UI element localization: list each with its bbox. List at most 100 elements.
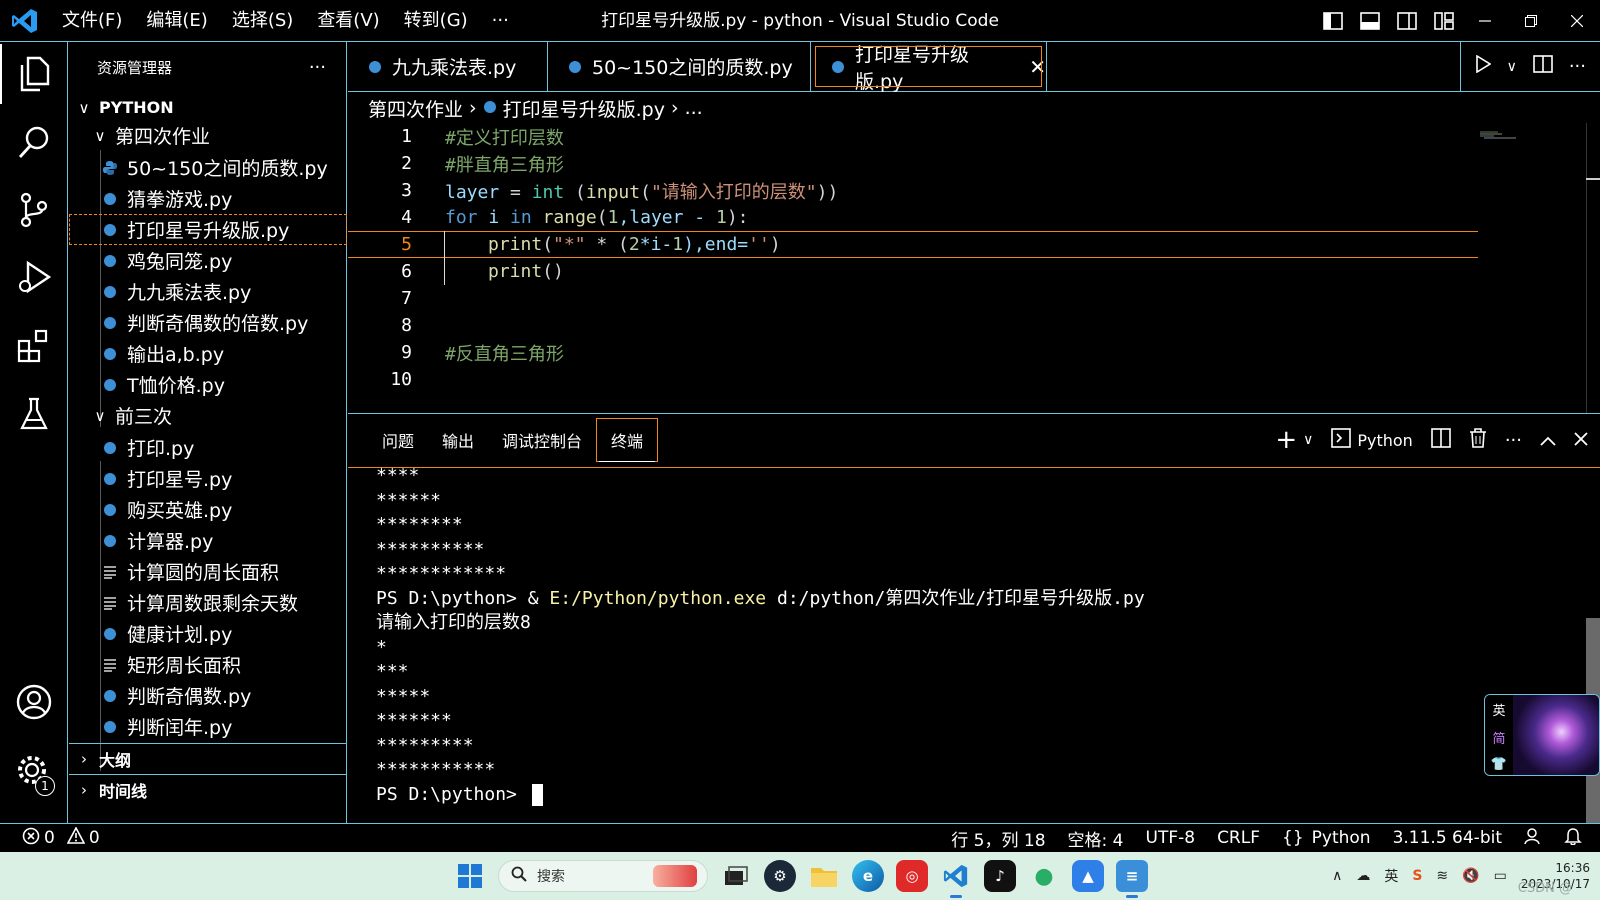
file-item[interactable]: 打印.py xyxy=(69,432,347,463)
trash-icon[interactable] xyxy=(1469,427,1487,453)
file-item[interactable]: 健康计划.py xyxy=(69,618,347,649)
vscode-logo-icon[interactable] xyxy=(0,0,50,42)
chevron-down-icon[interactable]: ∨ xyxy=(1303,432,1313,448)
split-terminal-icon[interactable] xyxy=(1431,427,1451,453)
breadcrumb-folder[interactable]: 第四次作业 xyxy=(368,95,463,122)
toggle-secondary-sidebar-icon[interactable] xyxy=(1388,0,1425,42)
file-item[interactable]: 判断奇偶数的倍数.py xyxy=(69,307,347,338)
ime-shirt-icon[interactable]: 👕 xyxy=(1491,757,1507,772)
search-icon[interactable] xyxy=(0,112,68,172)
encoding[interactable]: UTF-8 xyxy=(1146,828,1196,848)
menu-selection[interactable]: 选择(S) xyxy=(220,0,305,42)
more-actions-icon[interactable]: ··· xyxy=(1569,56,1586,77)
file-item[interactable]: 矩形周长面积 xyxy=(69,649,347,680)
manage-gear-icon[interactable]: 1 xyxy=(0,742,68,802)
restore-icon[interactable] xyxy=(1508,0,1554,42)
windows-start-icon[interactable] xyxy=(454,860,486,892)
ime-lang[interactable]: 英 xyxy=(1492,700,1505,719)
netease-music-icon[interactable]: ◎ xyxy=(896,860,928,892)
explorer-more-icon[interactable]: ··· xyxy=(309,57,326,78)
accounts-icon[interactable] xyxy=(0,672,68,732)
file-explorer-icon[interactable] xyxy=(808,860,840,892)
file-item[interactable]: 购买英雄.py xyxy=(69,494,347,525)
language-mode[interactable]: {} Python xyxy=(1282,828,1371,848)
close-window-icon[interactable] xyxy=(1554,0,1600,42)
status-problems[interactable]: 0 0 xyxy=(22,825,100,850)
python-interpreter[interactable]: 3.11.5 64-bit xyxy=(1393,828,1502,848)
more-actions-icon[interactable]: ··· xyxy=(1505,430,1522,451)
outline-section[interactable]: › 大纲 xyxy=(69,743,347,774)
onedrive-cloud-icon[interactable]: ☁ xyxy=(1356,868,1370,884)
file-item[interactable]: 猜拳游戏.py xyxy=(69,183,347,214)
taskbar-search[interactable]: 搜索 xyxy=(498,860,708,892)
toggle-panel-icon[interactable] xyxy=(1351,0,1388,42)
minimap[interactable] xyxy=(1480,125,1520,139)
extensions-icon[interactable] xyxy=(0,316,68,376)
folder-week4[interactable]: ∨ 第四次作业 xyxy=(69,120,347,151)
tab-print-stars-active[interactable]: 打印星号升级版.py ✕ xyxy=(811,42,1047,93)
explorer-icon[interactable] xyxy=(0,44,68,104)
vscode-taskbar-icon[interactable] xyxy=(940,860,972,898)
file-item[interactable]: 打印星号.py xyxy=(69,463,347,494)
terminal[interactable]: **** ****** ******** ********** ********… xyxy=(348,467,1600,824)
tab-primes[interactable]: 50~150之间的质数.py xyxy=(548,42,811,91)
volume-muted-icon[interactable]: 🔇 xyxy=(1462,868,1479,884)
task-view-icon[interactable] xyxy=(720,860,752,892)
file-item[interactable]: 鸡兔同笼.py xyxy=(69,245,347,276)
chevron-up-icon[interactable]: ∧ xyxy=(1332,868,1342,884)
ime-indicator[interactable]: 英 xyxy=(1384,866,1398,886)
folder-python[interactable]: ∨ PYTHON xyxy=(69,92,347,123)
menu-go[interactable]: 转到(G) xyxy=(392,0,480,42)
file-item[interactable]: 判断奇偶数.py xyxy=(69,680,347,711)
feedback-icon[interactable] xyxy=(1524,827,1542,850)
terminal-shell[interactable]: Python xyxy=(1331,427,1413,453)
edge-browser-icon[interactable]: e xyxy=(852,860,884,892)
customize-layout-icon[interactable] xyxy=(1425,0,1462,42)
file-item[interactable]: 判断闰年.py xyxy=(69,711,347,742)
tab-terminal[interactable]: 终端 xyxy=(596,418,659,462)
file-item[interactable]: 计算周数跟剩余天数 xyxy=(69,587,347,618)
sogou-icon[interactable]: S xyxy=(1412,868,1422,884)
toggle-sidebar-icon[interactable] xyxy=(1314,0,1351,42)
file-item[interactable]: 计算器.py xyxy=(69,525,347,556)
ime-widget[interactable]: 英 简 👕 xyxy=(1484,694,1600,776)
file-item[interactable]: 九九乘法表.py xyxy=(69,276,347,307)
menu-file[interactable]: 文件(F) xyxy=(50,0,134,42)
wechat-icon[interactable]: ● xyxy=(1028,860,1060,892)
notepad-icon[interactable]: ≡ xyxy=(1116,860,1148,898)
run-file-icon[interactable] xyxy=(1475,54,1492,78)
line-ending[interactable]: CRLF xyxy=(1217,828,1260,848)
tiktok-icon[interactable]: ♪ xyxy=(984,860,1016,892)
wifi-icon[interactable]: ≋ xyxy=(1436,868,1448,884)
tab-debug-console[interactable]: 调试控制台 xyxy=(488,418,596,462)
file-item[interactable]: 计算圆的周长面积 xyxy=(69,556,347,587)
close-panel-icon[interactable] xyxy=(1574,430,1588,451)
tab-close-icon[interactable]: ✕ xyxy=(1029,55,1046,79)
tab-problems[interactable]: 问题 xyxy=(368,418,428,462)
split-editor-icon[interactable] xyxy=(1533,55,1553,78)
tab-multiplication-table[interactable]: 九九乘法表.py xyxy=(348,42,548,91)
code-editor[interactable]: 1 #定义打印层数 2 #胖直角三角形 3 layer = int (input… xyxy=(348,123,1600,413)
file-item[interactable]: 输出a,b.py xyxy=(69,338,347,369)
editor-scrollbar[interactable] xyxy=(1586,123,1600,413)
menu-view[interactable]: 查看(V) xyxy=(305,0,391,42)
source-control-icon[interactable] xyxy=(0,180,68,240)
chevron-down-icon[interactable]: ∨ xyxy=(1507,59,1517,75)
timeline-section[interactable]: › 时间线 xyxy=(69,774,347,805)
minimize-icon[interactable] xyxy=(1462,0,1508,42)
file-item[interactable]: 50~150之间的质数.py xyxy=(69,152,347,183)
steam-icon[interactable]: ⚙ xyxy=(764,860,796,892)
maximize-panel-icon[interactable] xyxy=(1540,430,1556,451)
indentation[interactable]: 空格: 4 xyxy=(1068,826,1124,851)
ime-mode[interactable]: 简 xyxy=(1492,728,1505,747)
tab-output[interactable]: 输出 xyxy=(428,418,488,462)
new-terminal-plus-icon[interactable]: + xyxy=(1275,425,1297,455)
file-item[interactable]: T恤价格.py xyxy=(69,369,347,400)
folder-first-three[interactable]: ∨ 前三次 xyxy=(69,400,347,431)
breadcrumb-symbols[interactable]: ... xyxy=(685,97,703,119)
battery-icon[interactable]: ▭ xyxy=(1494,868,1507,884)
menu-more[interactable]: ··· xyxy=(480,0,521,42)
file-item-selected[interactable]: 打印星号升级版.py xyxy=(69,214,347,245)
notifications-bell-icon[interactable] xyxy=(1564,827,1582,850)
cursor-position[interactable]: 行 5，列 18 xyxy=(951,826,1045,851)
